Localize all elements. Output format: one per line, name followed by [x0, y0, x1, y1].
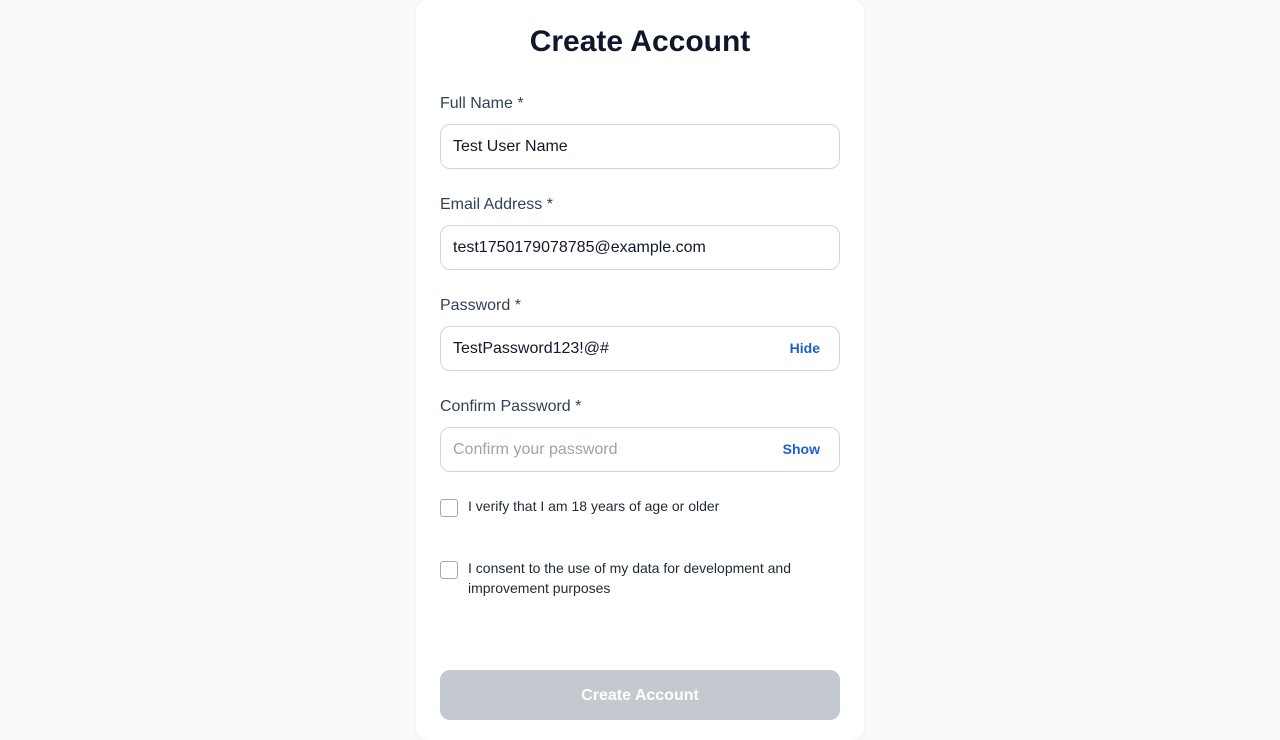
confirm-password-show-button[interactable]: Show [783, 428, 820, 471]
password-label: Password * [440, 297, 521, 314]
full-name-input[interactable]: Test User Name [440, 124, 840, 169]
email-input[interactable]: test1750179078785@example.com [440, 225, 840, 270]
age-verify-checkbox[interactable] [440, 499, 458, 517]
email-label: Email Address * [440, 196, 553, 213]
password-input[interactable]: TestPassword123!@# Hide [440, 326, 840, 371]
full-name-value: Test User Name [453, 138, 568, 155]
signup-card: Create Account Full Name * Test User Nam… [416, 0, 864, 740]
page-title: Create Account [529, 25, 751, 58]
confirm-password-placeholder: Confirm your password [453, 441, 618, 458]
age-verify-label: I verify that I am 18 years of age or ol… [468, 498, 720, 514]
create-account-button[interactable]: Create Account [440, 670, 840, 720]
confirm-password-label: Confirm Password * [440, 398, 582, 415]
password-value: TestPassword123!@# [453, 340, 609, 357]
email-value: test1750179078785@example.com [453, 239, 706, 256]
data-consent-checkbox[interactable] [440, 561, 458, 579]
confirm-password-input[interactable]: Confirm your password Show [440, 427, 840, 472]
data-consent-label: I consent to the use of my data for deve… [468, 560, 791, 596]
password-hide-button[interactable]: Hide [790, 327, 820, 370]
full-name-label: Full Name * [440, 95, 524, 112]
